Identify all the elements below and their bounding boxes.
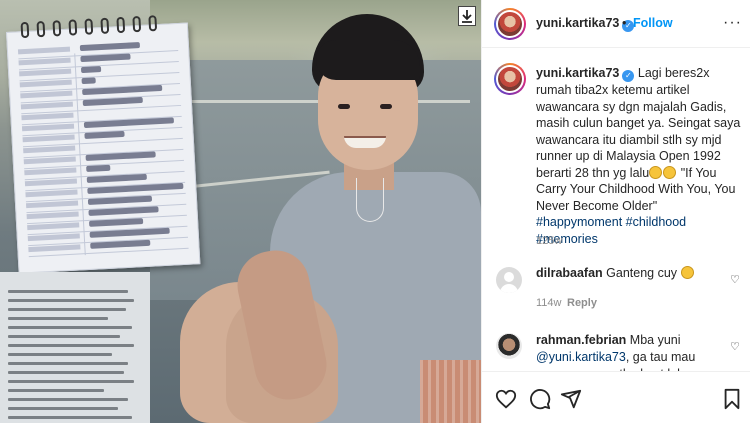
comment-1: dilrabaafan Ganteng cuy [536,265,716,282]
grinning-emoji-icon [649,165,663,179]
author-username[interactable]: yuni.kartika73 ✓ [536,16,635,32]
reply-button[interactable]: Reply [567,297,597,309]
share-icon[interactable] [560,388,582,410]
magazine-article-text [0,272,150,423]
post-photo[interactable] [0,0,481,423]
post-header: yuni.kartika73 ✓ • Follow ··· [482,0,750,48]
hashtag-childhood[interactable]: #childhood [626,215,686,229]
commenter-avatar[interactable] [496,333,522,359]
magazine-profile-card [6,15,201,274]
commenter-avatar[interactable] [496,267,522,293]
laughing-emoji-icon [680,266,694,279]
caption-timestamp[interactable]: 125w [536,235,562,247]
author-avatar[interactable] [494,8,526,40]
hashtag-happymoment[interactable]: #happymoment [536,215,622,229]
comment-username[interactable]: dilrabaafan [536,266,603,280]
caption-text: Lagi beres2x rumah tiba2x ketemu artikel… [536,66,741,180]
comments-scroll-area[interactable]: yuni.kartika73 ✓ Lagi beres2x rumah tiba2… [482,49,750,371]
grinning-emoji-icon [663,165,677,179]
post-action-bar [482,371,750,423]
comment-2: rahman.febrian Mba yuni @yuni.kartika73,… [536,332,716,371]
post-caption: yuni.kartika73 ✓ Lagi beres2x rumah tiba2… [536,65,741,247]
comment-username[interactable]: rahman.febrian [536,333,626,347]
verified-badge-icon: ✓ [622,70,635,82]
caption-author-avatar[interactable] [494,63,526,95]
heart-icon[interactable] [495,388,517,410]
post-details-panel: yuni.kartika73 ✓ • Follow ··· yuni.kartik… [481,0,750,423]
comment-mention[interactable]: @yuni.kartika73 [536,350,626,364]
comment-text: Ganteng cuy [606,266,678,280]
heart-icon[interactable]: ♡ [730,273,740,286]
more-options-icon[interactable]: ··· [723,14,742,32]
download-icon[interactable] [458,6,476,26]
separator-dot: • [622,16,627,30]
caption-username[interactable]: yuni.kartika73 [536,66,619,80]
comment-text: Mba yuni [629,333,681,347]
comment-icon[interactable] [529,388,551,410]
bookmark-icon[interactable] [721,388,743,410]
follow-button[interactable]: Follow [633,16,673,30]
heart-icon[interactable]: ♡ [730,340,740,353]
comment-timestamp[interactable]: 114w [536,297,561,309]
